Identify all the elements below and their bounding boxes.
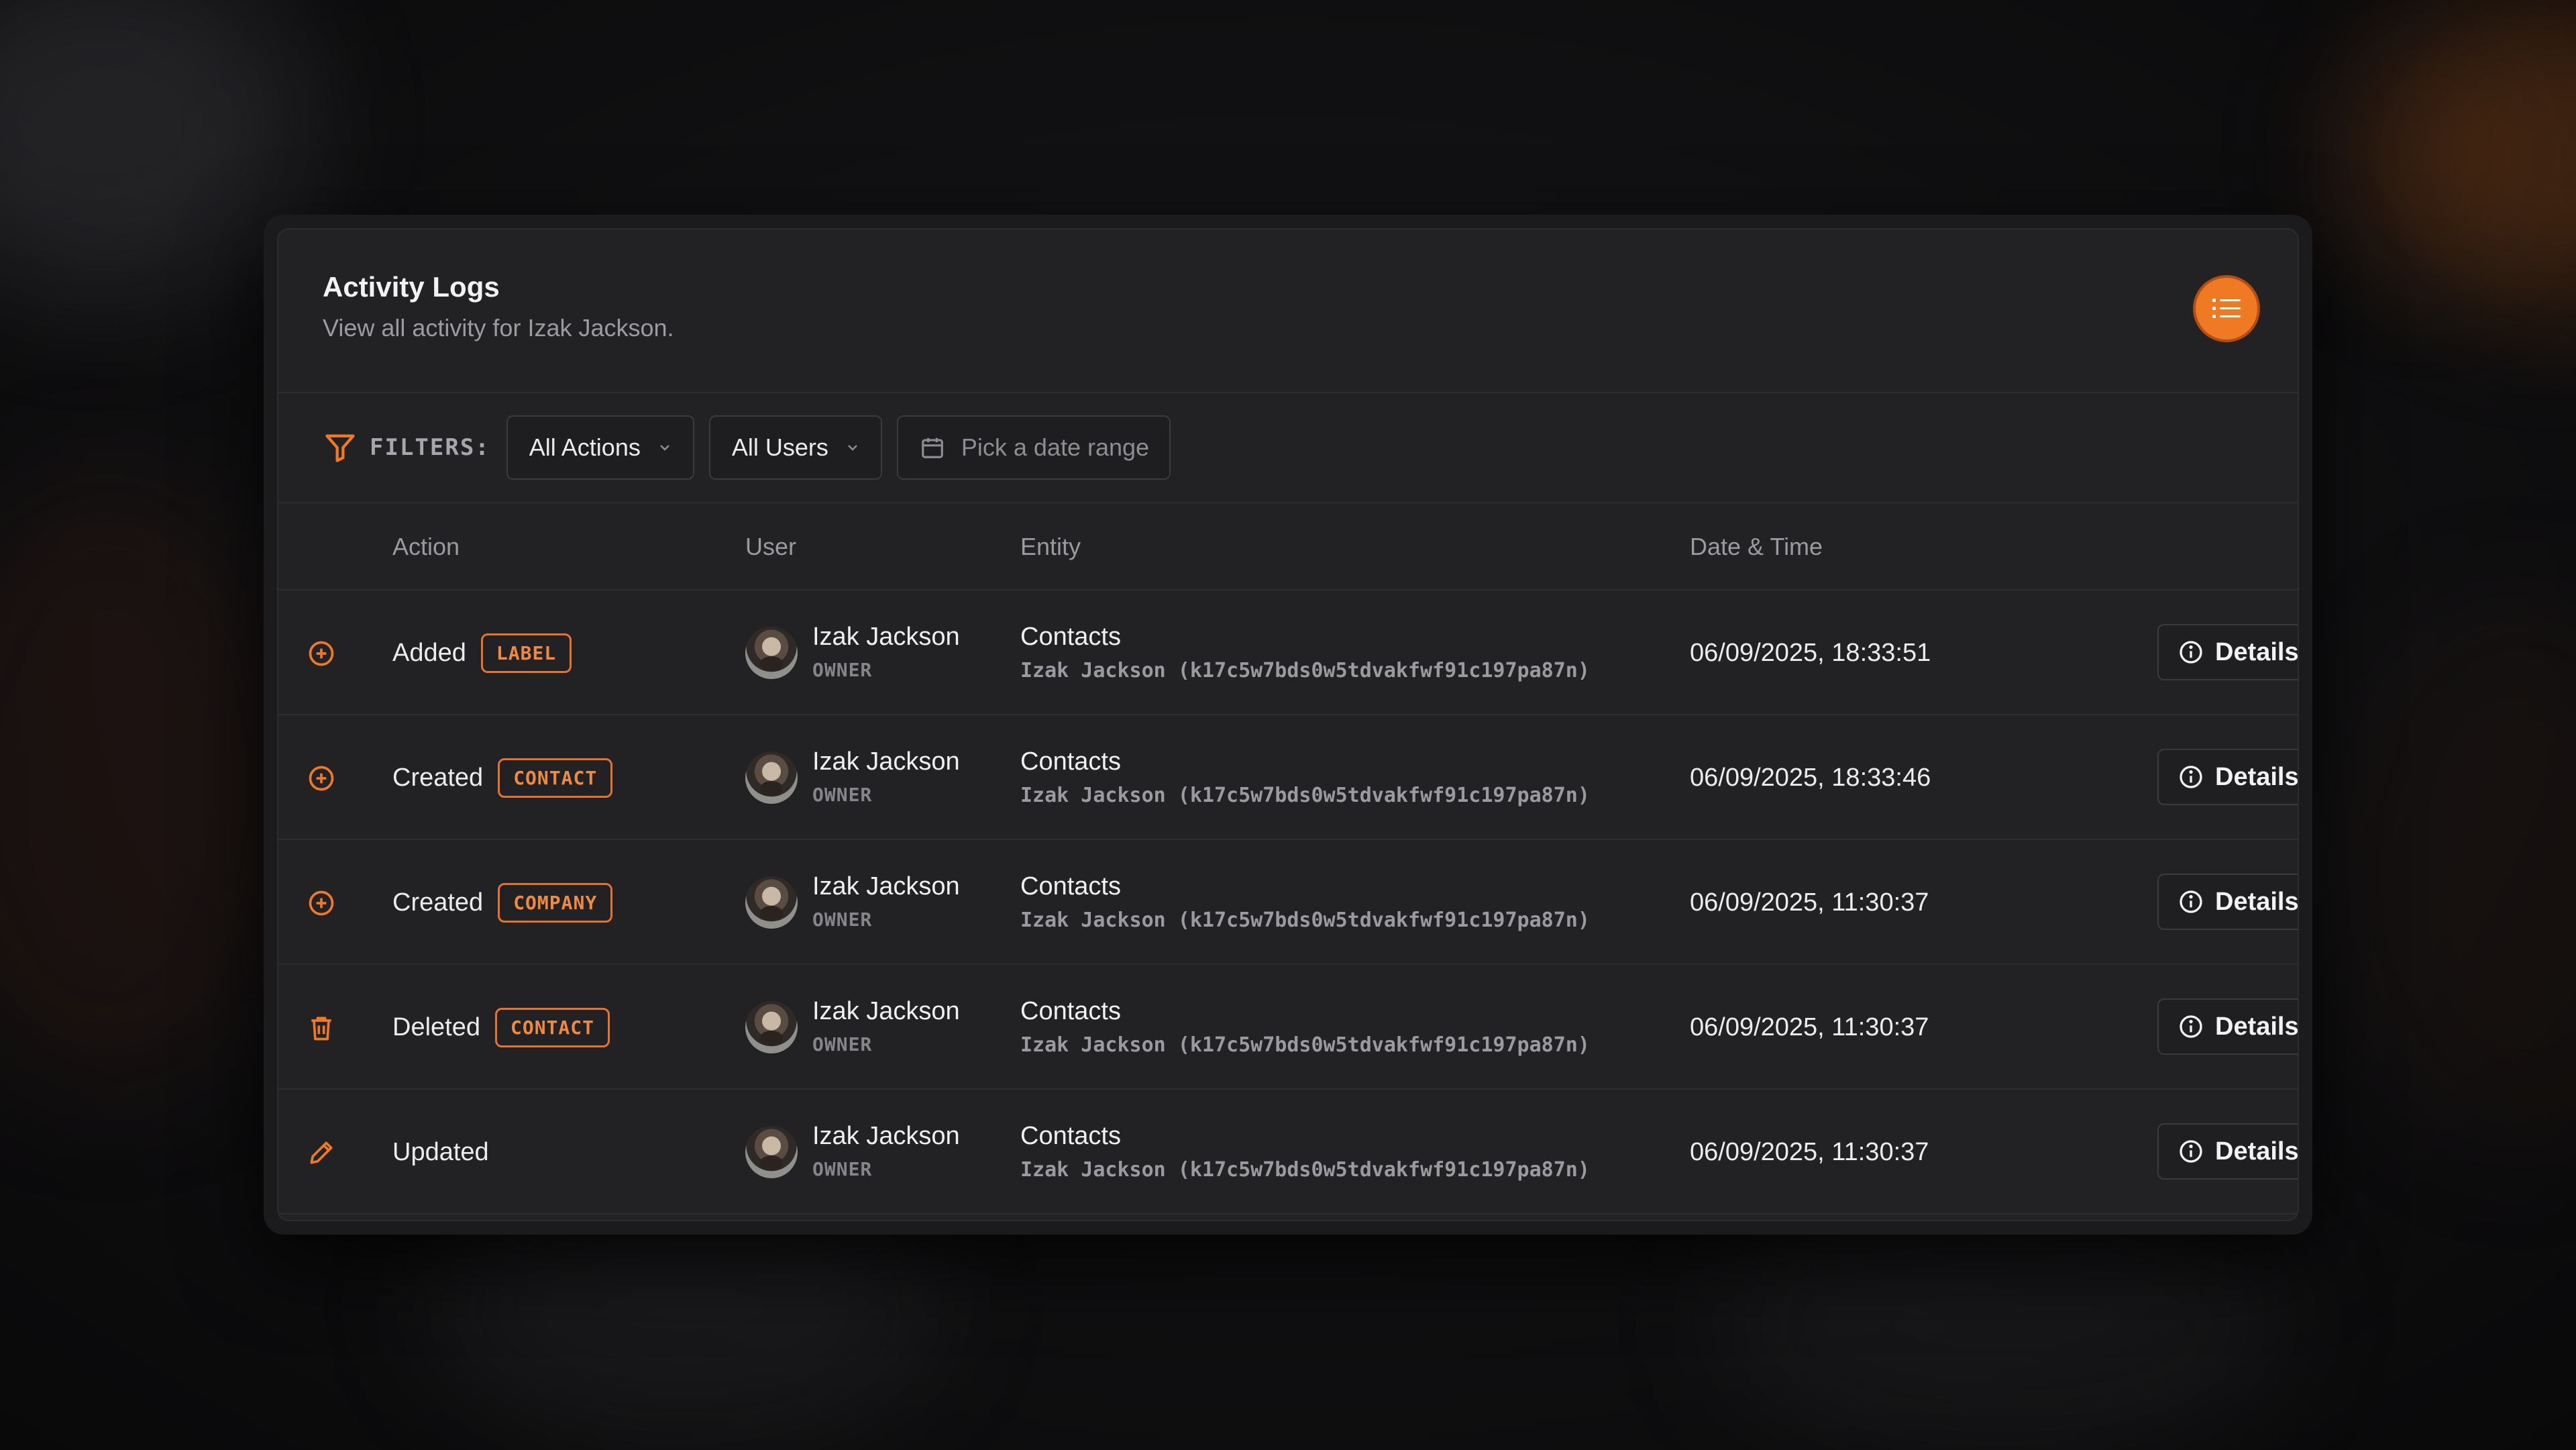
info-icon — [2180, 766, 2202, 788]
user-name: Izak Jackson — [812, 623, 960, 651]
entity-detail: Izak Jackson (k17c5w7bds0w5tdvakfwf91c19… — [1020, 659, 1590, 682]
action-label: Created — [392, 763, 484, 792]
entity-name: Contacts — [1020, 747, 1121, 776]
entity-name: Contacts — [1020, 1122, 1121, 1150]
entity-type-badge: CONTACT — [494, 1007, 610, 1047]
chevron-down-icon — [847, 445, 857, 451]
user-role: OWNER — [812, 1158, 873, 1180]
table-header: Action User Entity Date & Time — [278, 503, 2298, 590]
details-button[interactable]: Details — [2157, 998, 2299, 1055]
date-time: 06/09/2025, 18:33:51 — [1690, 639, 1931, 667]
details-button[interactable]: Details — [2157, 1123, 2299, 1180]
list-menu-button[interactable] — [2193, 275, 2260, 342]
action-cell: Created COMPANY — [392, 840, 613, 965]
action-cell: Deleted CONTACT — [392, 965, 610, 1090]
entity-name: Contacts — [1020, 623, 1121, 651]
avatar — [745, 876, 798, 929]
user-name: Izak Jackson — [812, 872, 960, 900]
trash-icon — [307, 1013, 336, 1043]
column-header-datetime: Date & Time — [1690, 533, 1823, 560]
chevron-down-icon — [659, 445, 669, 451]
user-name: Izak Jackson — [812, 747, 960, 776]
info-icon — [2180, 1140, 2202, 1163]
action-cell: Updated — [392, 1090, 489, 1214]
entity-detail: Izak Jackson (k17c5w7bds0w5tdvakfwf91c19… — [1020, 1033, 1590, 1057]
user-name: Izak Jackson — [812, 997, 960, 1025]
date-range-picker[interactable]: Pick a date range — [896, 415, 1171, 480]
date-time: 06/09/2025, 11:30:37 — [1690, 1013, 1929, 1041]
activity-logs-card-shell: Activity Logs View all activity for Izak… — [264, 215, 2312, 1235]
action-label: Created — [392, 888, 484, 917]
entity-type-badge: COMPANY — [498, 882, 613, 923]
action-label: Added — [392, 638, 466, 667]
calendar-icon — [922, 437, 943, 458]
user-role: OWNER — [812, 909, 873, 931]
entity-name: Contacts — [1020, 997, 1121, 1025]
table-body: Added LABEL Izak Jackson OWNER Contacts … — [278, 590, 2298, 1214]
date-time: 06/09/2025, 11:30:37 — [1690, 888, 1929, 917]
details-label: Details — [2215, 887, 2299, 916]
user-filter-select[interactable]: All Users — [708, 415, 882, 480]
entity-detail: Izak Jackson (k17c5w7bds0w5tdvakfwf91c19… — [1020, 1158, 1590, 1182]
pencil-icon — [307, 1138, 336, 1168]
filters-label-group: FILTERS: — [323, 430, 490, 465]
entity-type-badge: CONTACT — [498, 758, 613, 798]
entity-detail: Izak Jackson (k17c5w7bds0w5tdvakfwf91c19… — [1020, 909, 1590, 932]
plus-circle-icon — [307, 639, 336, 668]
entity-type-badge: LABEL — [480, 633, 572, 673]
filters-label: FILTERS: — [370, 434, 490, 461]
table-row: Created COMPANY Izak Jackson OWNER Conta… — [278, 840, 2298, 965]
entity-name: Contacts — [1020, 872, 1121, 900]
details-label: Details — [2215, 637, 2299, 666]
info-icon — [2180, 890, 2202, 913]
details-button[interactable]: Details — [2157, 749, 2299, 805]
details-label: Details — [2215, 1012, 2299, 1041]
table-row: Deleted CONTACT Izak Jackson OWNER Conta… — [278, 965, 2298, 1090]
action-filter-value: All Actions — [529, 433, 641, 461]
activity-logs-card: Activity Logs View all activity for Izak… — [277, 228, 2299, 1221]
details-label: Details — [2215, 1137, 2299, 1166]
card-header: Activity Logs View all activity for Izak… — [278, 229, 2298, 393]
column-header-action: Action — [392, 533, 460, 560]
column-header-entity: Entity — [1020, 533, 1081, 560]
user-role: OWNER — [812, 659, 873, 681]
funnel-icon — [325, 434, 355, 462]
user-role: OWNER — [812, 1033, 873, 1055]
user-name: Izak Jackson — [812, 1122, 960, 1150]
table-row: Added LABEL Izak Jackson OWNER Contacts … — [278, 590, 2298, 715]
filters-bar: FILTERS: All Actions All Users Pick a da… — [278, 393, 2298, 503]
date-range-placeholder: Pick a date range — [961, 433, 1150, 461]
avatar — [745, 1126, 798, 1178]
plus-circle-icon — [307, 888, 336, 918]
action-label: Deleted — [392, 1013, 480, 1041]
avatar — [745, 752, 798, 804]
entity-detail: Izak Jackson (k17c5w7bds0w5tdvakfwf91c19… — [1020, 784, 1590, 807]
date-time: 06/09/2025, 11:30:37 — [1690, 1138, 1929, 1166]
user-role: OWNER — [812, 784, 873, 806]
table-row: Updated Izak Jackson OWNER Contacts Izak… — [278, 1090, 2298, 1214]
info-icon — [2180, 641, 2202, 664]
page-title: Activity Logs — [323, 271, 500, 303]
page-subtitle: View all activity for Izak Jackson. — [323, 314, 674, 342]
plus-circle-icon — [307, 764, 336, 793]
avatar — [745, 1001, 798, 1053]
details-button[interactable]: Details — [2157, 624, 2299, 680]
action-cell: Created CONTACT — [392, 715, 613, 840]
table-row: Created CONTACT Izak Jackson OWNER Conta… — [278, 715, 2298, 840]
action-cell: Added LABEL — [392, 590, 572, 715]
column-header-user: User — [745, 533, 797, 560]
details-label: Details — [2215, 762, 2299, 791]
action-filter-select[interactable]: All Actions — [506, 415, 694, 480]
info-icon — [2180, 1015, 2202, 1038]
user-filter-value: All Users — [731, 433, 828, 461]
date-time: 06/09/2025, 18:33:46 — [1690, 764, 1931, 792]
avatar — [745, 627, 798, 679]
action-label: Updated — [392, 1137, 489, 1166]
activity-table: Action User Entity Date & Time Added LAB… — [278, 503, 2298, 1214]
list-icon — [2212, 299, 2241, 318]
details-button[interactable]: Details — [2157, 874, 2299, 930]
